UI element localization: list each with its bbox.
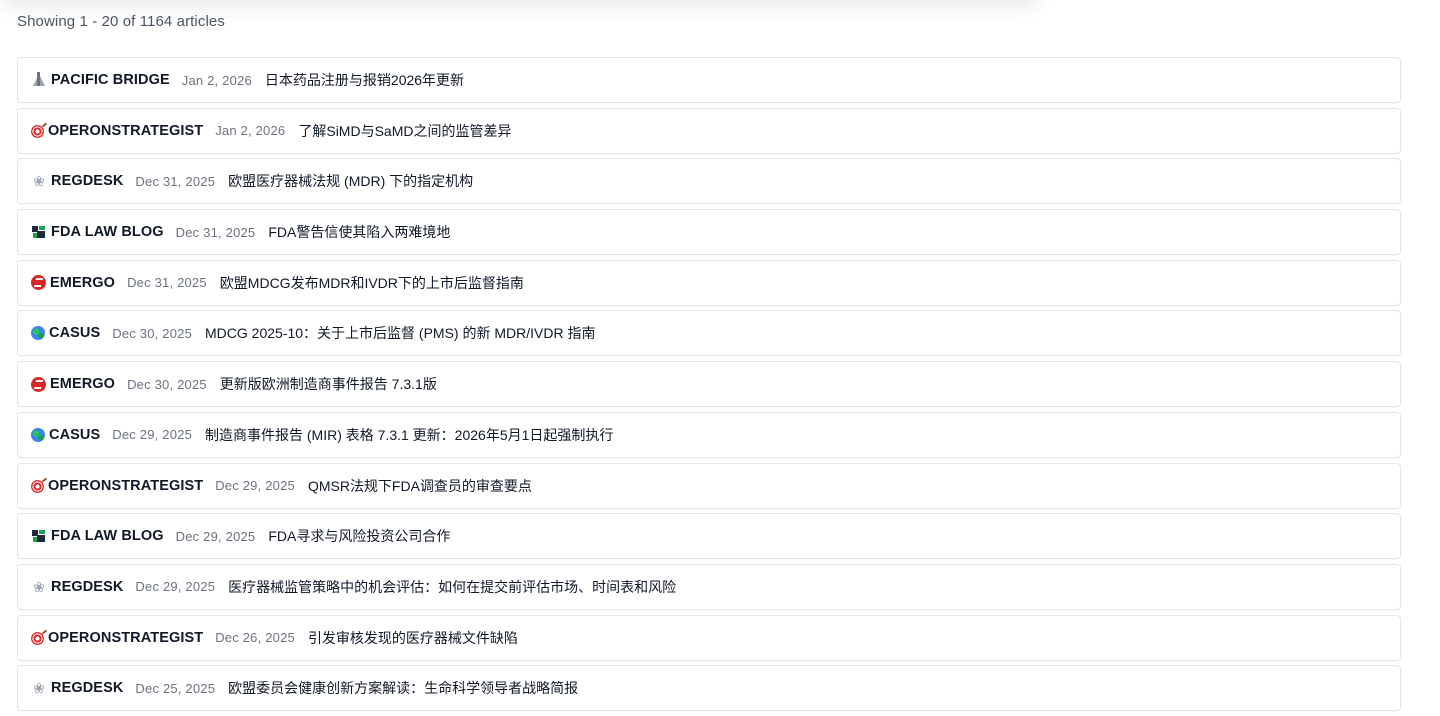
globe-icon	[31, 427, 45, 442]
article-source: PACIFIC BRIDGE	[51, 72, 170, 88]
article-source: EMERGO	[50, 376, 116, 393]
law-blog-icon	[31, 224, 47, 241]
article-date: Dec 31, 2025	[135, 173, 216, 189]
article-list: PACIFIC BRIDGE Jan 2, 2026 日本药品注册与报销2026年更…	[17, 57, 1402, 716]
dove-icon: ❀	[33, 578, 45, 595]
article-title[interactable]: 更新版欧洲制造商事件报告 7.3.1版	[220, 374, 437, 394]
article-row[interactable]: EMERGO Dec 31, 2025 欧盟MDCG发布MDR和IVDR下的上市后监…	[17, 259, 1401, 306]
article-date: Dec 31, 2025	[127, 275, 207, 291]
dove-icon: ❀	[33, 173, 45, 190]
target-icon	[31, 125, 44, 139]
article-source: REGDESK	[51, 680, 124, 697]
article-source: OPERONSTRATEGIST	[48, 629, 204, 646]
article-date: Dec 30, 2025	[112, 325, 192, 341]
article-source: OPERONSTRATEGIST	[48, 477, 204, 494]
article-source: OPERONSTRATEGIST	[48, 122, 204, 139]
globe-icon	[31, 326, 45, 341]
article-row[interactable]: OPERONSTRATEGIST Dec 26, 2025 引发审核发现的医疗器械文…	[17, 614, 1401, 661]
article-date: Dec 25, 2025	[135, 680, 216, 696]
article-date: Jan 2, 2026	[215, 123, 286, 139]
article-source: FDA LAW BLOG	[51, 528, 164, 545]
article-date: Dec 31, 2025	[175, 224, 256, 240]
article-row[interactable]: FDA LAW BLOG Dec 29, 2025 FDA寻求与风险投资公司合作	[17, 513, 1401, 560]
law-blog-icon	[31, 528, 47, 545]
article-row[interactable]: FDA LAW BLOG Dec 31, 2025 FDA警告信使其陷入两难境地	[17, 209, 1401, 256]
article-title[interactable]: 引发审核发现的医疗器械文件缺陷	[308, 628, 518, 648]
article-date: Dec 30, 2025	[127, 376, 207, 392]
article-title[interactable]: FDA寻求与风险投资公司合作	[268, 526, 450, 546]
article-row[interactable]: CASUS Dec 29, 2025 制造商事件报告 (MIR) 表格 7.3.1 …	[17, 411, 1401, 458]
article-row[interactable]: CASUS Dec 30, 2025 MDCG 2025-10：关于上市后监督 (P…	[17, 310, 1401, 357]
target-icon	[31, 480, 44, 493]
article-date: Dec 29, 2025	[175, 528, 256, 544]
article-source: EMERGO	[50, 274, 116, 291]
article-date: Jan 2, 2026	[181, 72, 252, 88]
article-title[interactable]: 欧盟委员会健康创新方案解读：生命科学领导者战略简报	[228, 678, 578, 698]
article-title[interactable]: 欧盟医疗器械法规 (MDR) 下的指定机构	[228, 171, 473, 191]
article-date: Dec 29, 2025	[215, 478, 295, 493]
article-row[interactable]: PACIFIC BRIDGE Jan 2, 2026 日本药品注册与报销2026年更…	[17, 57, 1401, 103]
article-source: REGDESK	[51, 578, 124, 595]
article-date: Dec 26, 2025	[215, 630, 295, 646]
article-title[interactable]: 日本药品注册与报销2026年更新	[265, 70, 464, 90]
article-source: CASUS	[49, 426, 101, 443]
article-source: FDA LAW BLOG	[51, 224, 164, 241]
article-row[interactable]: OPERONSTRATEGIST Dec 29, 2025 QMSR法规下FDA调查…	[17, 462, 1401, 509]
article-title[interactable]: QMSR法规下FDA调查员的审查要点	[308, 476, 532, 496]
article-title[interactable]: MDCG 2025-10：关于上市后监督 (PMS) 的新 MDR/IVDR 指…	[205, 323, 595, 343]
emergo-logo-icon	[31, 376, 46, 392]
article-row[interactable]: ❀ REGDESK Dec 31, 2025 欧盟医疗器械法规 (MDR) 下的指定机…	[17, 158, 1401, 205]
target-icon	[31, 632, 44, 646]
article-source: REGDESK	[51, 173, 124, 190]
pyramid-icon	[31, 72, 47, 88]
article-row[interactable]: ❀ REGDESK Dec 25, 2025 欧盟委员会健康创新方案解读：生命科学领导…	[17, 665, 1401, 712]
article-title[interactable]: FDA警告信使其陷入两难境地	[268, 222, 450, 242]
article-title[interactable]: 了解SiMD与SaMD之间的监管差异	[298, 121, 511, 141]
article-source: CASUS	[49, 325, 101, 342]
article-row[interactable]: OPERONSTRATEGIST Jan 2, 2026 了解SiMD与SaMD之间…	[17, 107, 1401, 154]
article-row[interactable]: EMERGO Dec 30, 2025 更新版欧洲制造商事件报告 7.3.1版	[17, 361, 1401, 408]
article-date: Dec 29, 2025	[135, 579, 216, 595]
article-title[interactable]: 制造商事件报告 (MIR) 表格 7.3.1 更新：2026年5月1日起强制执行	[205, 425, 613, 445]
dove-icon: ❀	[33, 680, 45, 697]
article-title[interactable]: 欧盟MDCG发布MDR和IVDR下的上市后监督指南	[220, 273, 524, 293]
results-summary: Showing 1 - 20 of 1164 articles	[17, 13, 225, 30]
article-row[interactable]: ❀ REGDESK Dec 29, 2025 医疗器械监管策略中的机会评估：如何在提交…	[17, 563, 1401, 610]
article-date: Dec 29, 2025	[112, 427, 192, 443]
article-title[interactable]: 医疗器械监管策略中的机会评估：如何在提交前评估市场、时间表和风险	[228, 577, 676, 597]
emergo-logo-icon	[31, 275, 46, 291]
